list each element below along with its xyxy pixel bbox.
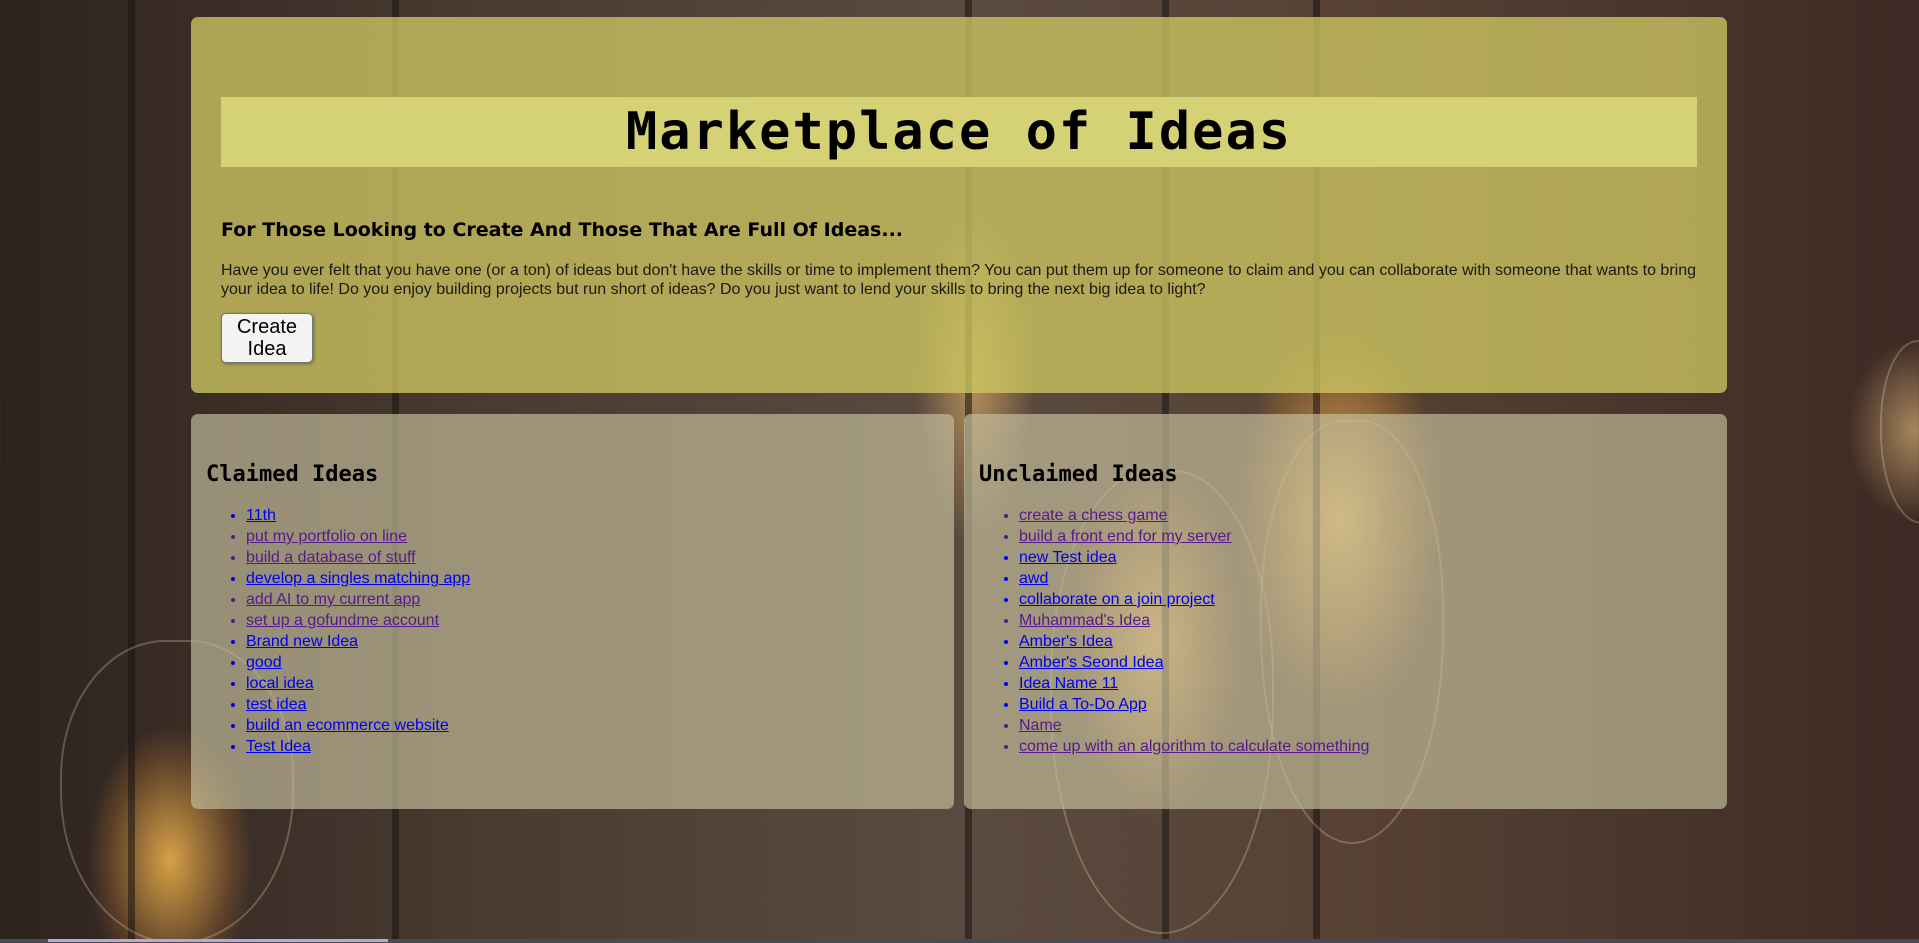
idea-link[interactable]: Name: [1019, 717, 1062, 734]
list-item: build a front end for my server: [1019, 526, 1712, 547]
idea-link[interactable]: Muhammad's Idea: [1019, 612, 1150, 629]
bottom-edge-strip: [0, 939, 1919, 943]
intro-paragraph: Have you ever felt that you have one (or…: [221, 262, 1697, 298]
list-item: new Test idea: [1019, 547, 1712, 568]
create-idea-button[interactable]: Create Idea: [221, 313, 313, 363]
idea-link[interactable]: Test Idea: [246, 738, 311, 755]
list-item: Brand new Idea: [246, 631, 939, 652]
list-item: good: [246, 652, 939, 673]
claimed-ideas-list: 11th put my portfolio on line build a da…: [206, 505, 939, 757]
idea-link[interactable]: build an ecommerce website: [246, 717, 449, 734]
list-item: create a chess game: [1019, 505, 1712, 526]
idea-link[interactable]: awd: [1019, 570, 1048, 587]
unclaimed-ideas-panel: Unclaimed Ideas create a chess game buil…: [964, 414, 1727, 809]
list-item: Muhammad's Idea: [1019, 610, 1712, 631]
bottom-edge-segment: [48, 939, 388, 942]
list-item: come up with an algorithm to calculate s…: [1019, 736, 1712, 757]
idea-link[interactable]: develop a singles matching app: [246, 570, 470, 587]
list-item: collaborate on a join project: [1019, 589, 1712, 610]
idea-link[interactable]: new Test idea: [1019, 549, 1117, 566]
list-item: local idea: [246, 673, 939, 694]
idea-link[interactable]: 11th: [246, 507, 276, 524]
list-item: add AI to my current app: [246, 589, 939, 610]
idea-link[interactable]: local idea: [246, 675, 314, 692]
claimed-ideas-panel: Claimed Ideas 11th put my portfolio on l…: [191, 414, 954, 809]
idea-link[interactable]: Build a To-Do App: [1019, 696, 1147, 713]
claimed-ideas-heading: Claimed Ideas: [206, 462, 379, 487]
idea-link[interactable]: set up a gofundme account: [246, 612, 439, 629]
idea-link[interactable]: good: [246, 654, 282, 671]
idea-link[interactable]: collaborate on a join project: [1019, 591, 1215, 608]
list-item: Amber's Seond Idea: [1019, 652, 1712, 673]
idea-link[interactable]: Amber's Seond Idea: [1019, 654, 1163, 671]
unclaimed-ideas-heading: Unclaimed Ideas: [979, 462, 1178, 487]
list-item: 11th: [246, 505, 939, 526]
list-item: build a database of stuff: [246, 547, 939, 568]
idea-link[interactable]: Amber's Idea: [1019, 633, 1113, 650]
list-item: Idea Name 11: [1019, 673, 1712, 694]
list-item: set up a gofundme account: [246, 610, 939, 631]
page-title: Marketplace of Ideas: [625, 102, 1293, 162]
list-item: awd: [1019, 568, 1712, 589]
idea-link[interactable]: build a database of stuff: [246, 549, 416, 566]
list-item: put my portfolio on line: [246, 526, 939, 547]
idea-link[interactable]: Idea Name 11: [1019, 675, 1118, 692]
list-item: build an ecommerce website: [246, 715, 939, 736]
idea-link[interactable]: create a chess game: [1019, 507, 1168, 524]
list-item: test idea: [246, 694, 939, 715]
list-item: Name: [1019, 715, 1712, 736]
idea-link[interactable]: add AI to my current app: [246, 591, 420, 608]
background-bulb: [1880, 340, 1919, 524]
tagline: For Those Looking to Create And Those Th…: [221, 219, 904, 241]
unclaimed-ideas-list: create a chess game build a front end fo…: [979, 505, 1712, 757]
hero-panel: Marketplace of Ideas For Those Looking t…: [191, 17, 1727, 393]
list-item: Test Idea: [246, 736, 939, 757]
list-item: Build a To-Do App: [1019, 694, 1712, 715]
list-item: Amber's Idea: [1019, 631, 1712, 652]
idea-link[interactable]: put my portfolio on line: [246, 528, 407, 545]
idea-link[interactable]: Brand new Idea: [246, 633, 358, 650]
title-banner: Marketplace of Ideas: [221, 97, 1697, 167]
idea-link[interactable]: test idea: [246, 696, 306, 713]
list-item: develop a singles matching app: [246, 568, 939, 589]
idea-link[interactable]: come up with an algorithm to calculate s…: [1019, 738, 1369, 755]
idea-link[interactable]: build a front end for my server: [1019, 528, 1232, 545]
